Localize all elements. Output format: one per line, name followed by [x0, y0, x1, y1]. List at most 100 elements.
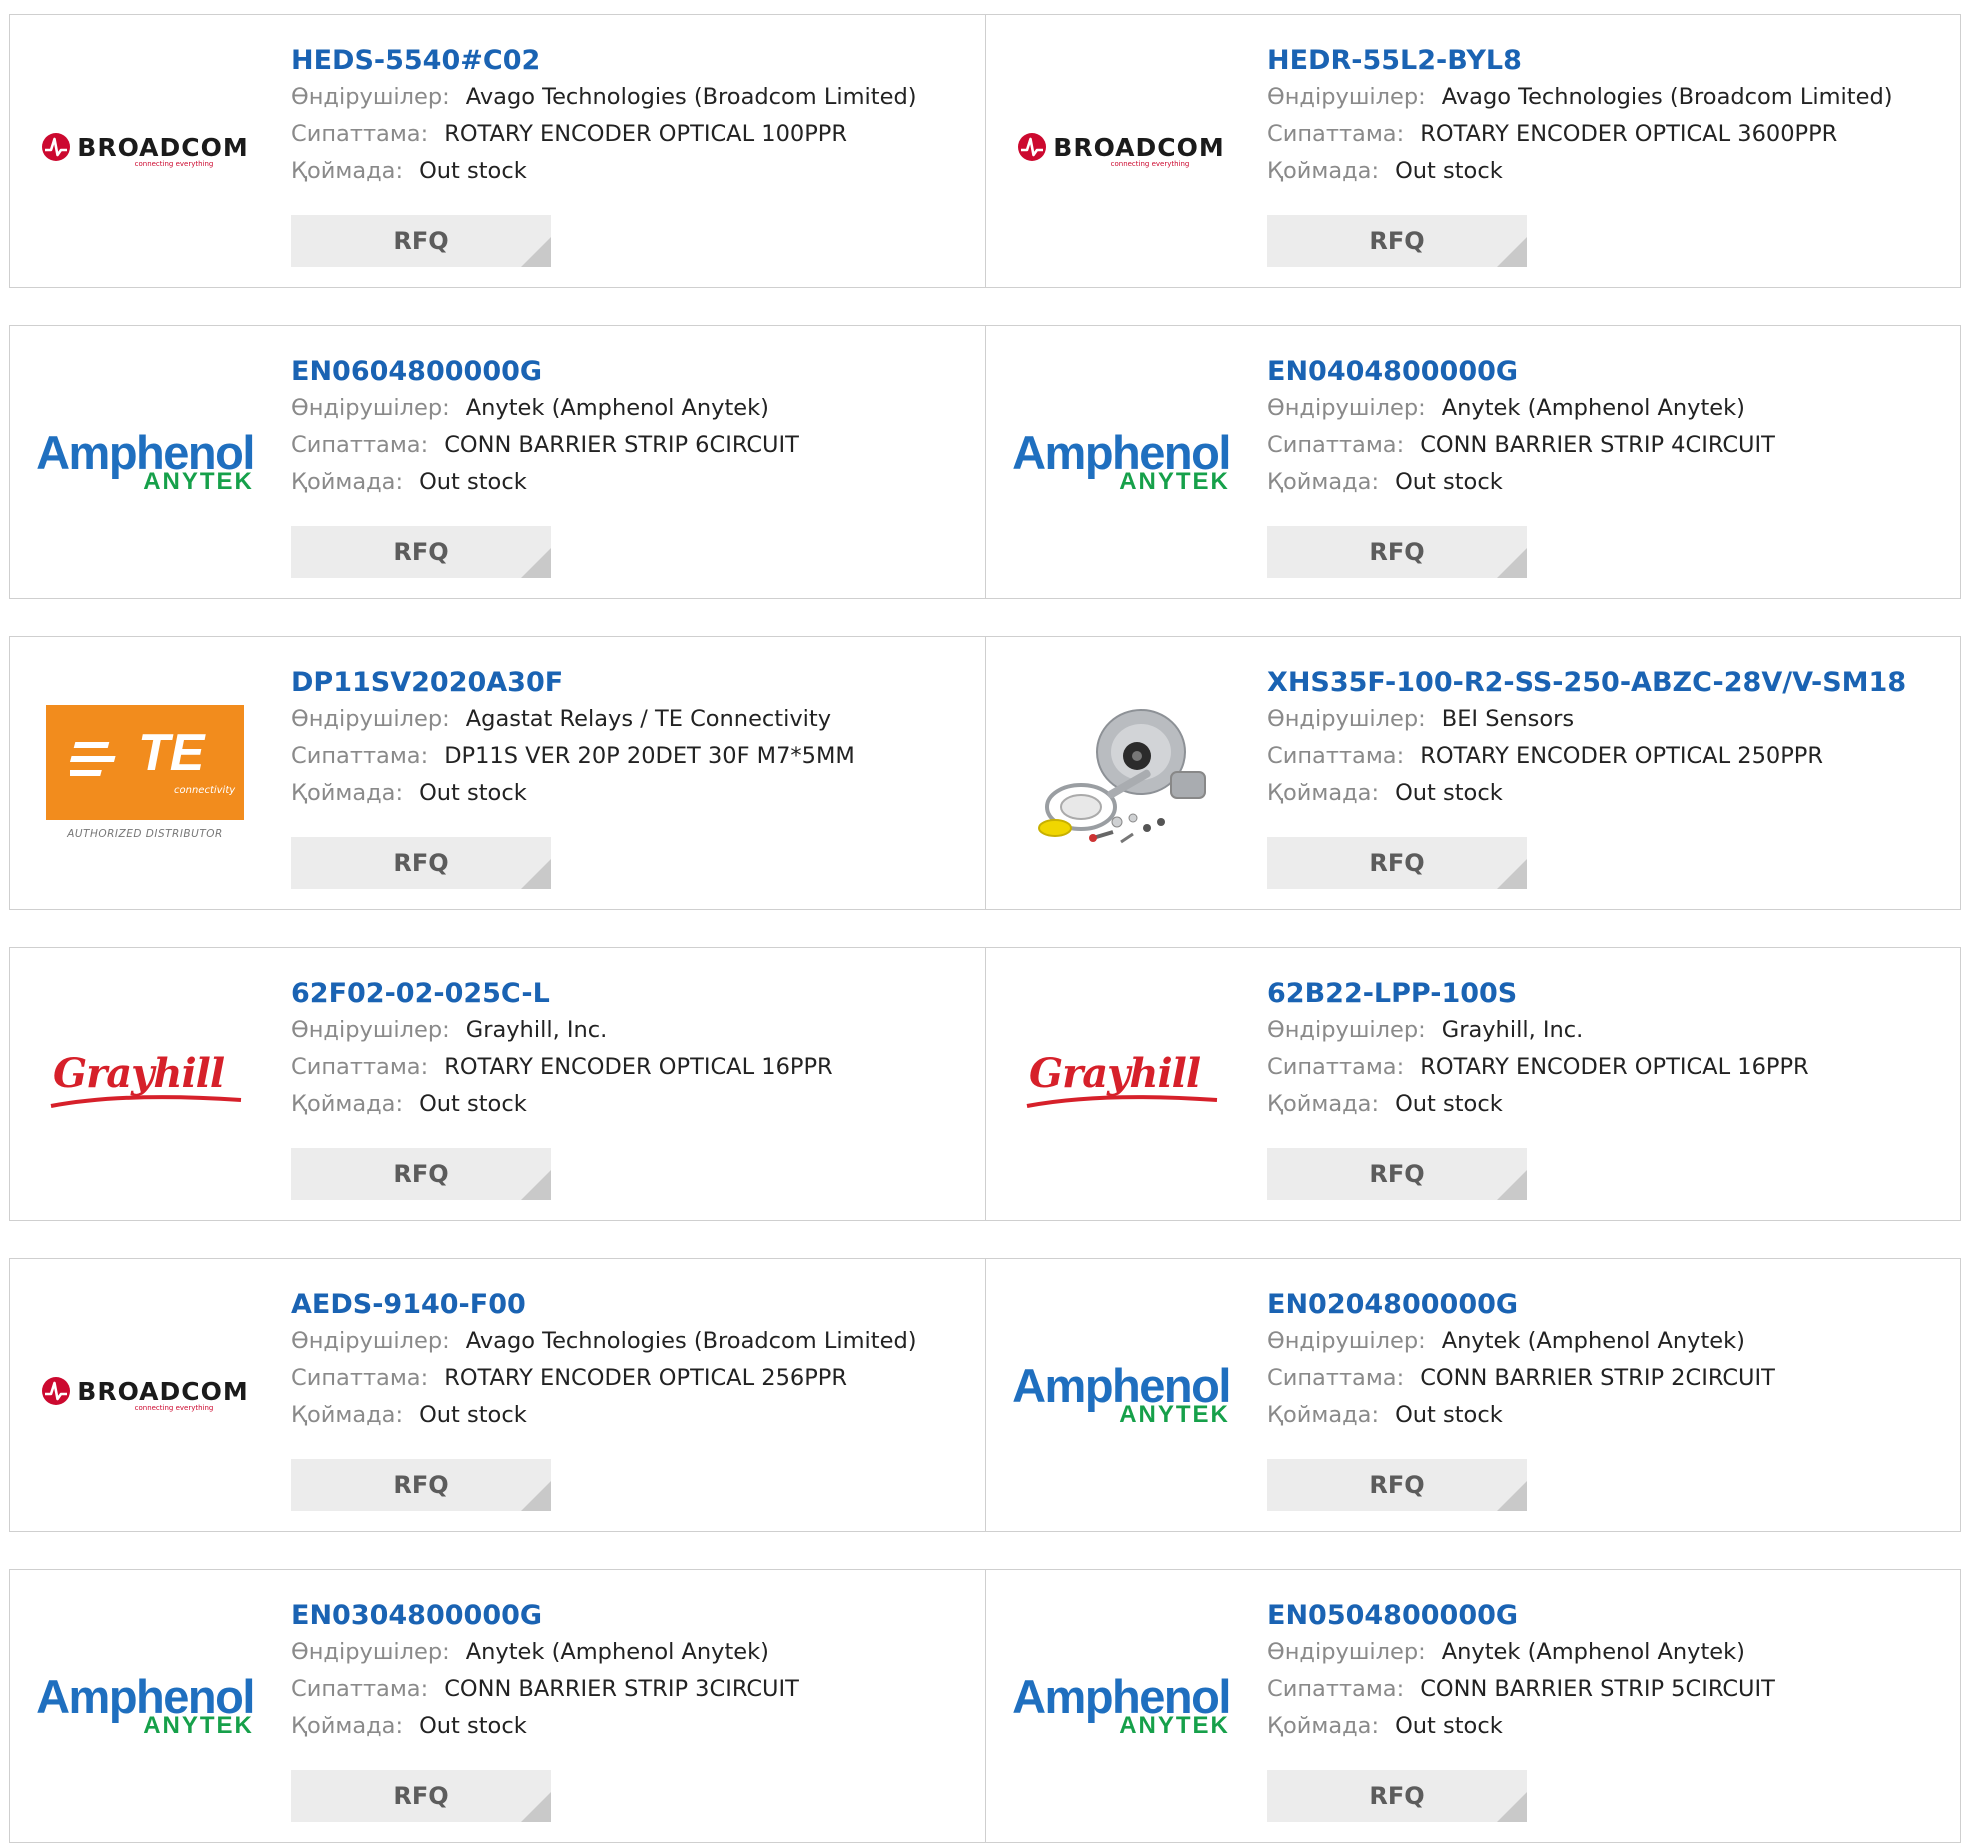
manufacturer-value: Avago Technologies (Broadcom Limited)	[465, 1328, 917, 1354]
product-card: XHS35F-100-R2-SS-250-ABZC-28V/V-SM18 Өнд…	[985, 637, 1960, 909]
description-line: Сипаттама: CONN BARRIER STRIP 2CIRCUIT	[1267, 1360, 1950, 1397]
rfq-button[interactable]: RFQ	[291, 1148, 551, 1200]
manufacturer-line: Өндірушілер: Avago Technologies (Broadcom…	[291, 79, 975, 116]
broadcom-tagline: connecting everything	[134, 1404, 214, 1412]
manufacturer-value: Avago Technologies (Broadcom Limited)	[1441, 84, 1893, 110]
grayhill-wordmark: Grayhill	[53, 1050, 225, 1097]
part-number-link[interactable]: AEDS-9140-F00	[291, 1287, 975, 1323]
manufacturer-logo: BROADCOM connecting everything	[40, 1299, 250, 1489]
description-label: Сипаттама:	[291, 121, 429, 147]
product-card: TE connectivity AUTHORIZED DISTRIBUTOR D…	[10, 637, 985, 909]
amphenol-anytek-logo: Amphenol ANYTEK	[1012, 429, 1231, 494]
part-number-link[interactable]: EN0204800000G	[1267, 1287, 1950, 1323]
part-number-link[interactable]: DP11SV2020A30F	[291, 665, 975, 701]
description-label: Сипаттама:	[291, 1054, 429, 1080]
te-caption: AUTHORIZED DISTRIBUTOR	[67, 827, 223, 840]
part-number-link[interactable]: HEDR-55L2-BYL8	[1267, 43, 1950, 79]
te-logo-box: TE connectivity	[46, 704, 244, 820]
manufacturer-label: Өндірушілер:	[291, 84, 450, 110]
manufacturer-line: Өндірушілер: Avago Technologies (Broadcom…	[1267, 79, 1950, 116]
rfq-button[interactable]: RFQ	[1267, 1459, 1527, 1511]
product-card: BROADCOM connecting everything HEDR-55L2…	[985, 15, 1960, 287]
rfq-button[interactable]: RFQ	[1267, 1770, 1527, 1822]
description-label: Сипаттама:	[291, 432, 429, 458]
part-number-link[interactable]: EN0304800000G	[291, 1598, 975, 1634]
manufacturer-line: Өндірушілер: Grayhill, Inc.	[291, 1012, 975, 1049]
manufacturer-logo: Amphenol ANYTEK	[36, 1610, 255, 1800]
amphenol-anytek-logo: Amphenol ANYTEK	[36, 1673, 255, 1738]
stock-label: Қоймада:	[291, 158, 404, 184]
description-line: Сипаттама: CONN BARRIER STRIP 3CIRCUIT	[291, 1671, 975, 1708]
product-row: Amphenol ANYTEK EN0604800000G Өндірушіле…	[9, 325, 1961, 599]
broadcom-pulse-icon	[42, 1377, 71, 1405]
product-card: Amphenol ANYTEK EN0304800000G Өндірушіле…	[10, 1570, 985, 1842]
rfq-button[interactable]: RFQ	[1267, 526, 1527, 578]
part-number-link[interactable]: XHS35F-100-R2-SS-250-ABZC-28V/V-SM18	[1267, 665, 1950, 701]
stock-value: Out stock	[419, 469, 527, 495]
manufacturer-label: Өндірушілер:	[1267, 706, 1426, 732]
rfq-label: RFQ	[1369, 1160, 1425, 1188]
part-number-link[interactable]: HEDS-5540#C02	[291, 43, 975, 79]
stock-line: Қоймада: Out stock	[1267, 1708, 1950, 1745]
rfq-label: RFQ	[393, 1471, 449, 1499]
manufacturer-logo: Amphenol ANYTEK	[1012, 1610, 1231, 1800]
rfq-button[interactable]: RFQ	[1267, 837, 1527, 889]
stock-value: Out stock	[419, 1402, 527, 1428]
encoder-product-icon	[1021, 682, 1221, 862]
rfq-button[interactable]: RFQ	[291, 837, 551, 889]
description-label: Сипаттама:	[291, 1365, 429, 1391]
broadcom-wordmark: BROADCOM	[77, 1376, 249, 1406]
manufacturer-line: Өндірушілер: Anytek (Amphenol Anytek)	[291, 390, 975, 427]
rfq-button[interactable]: RFQ	[291, 526, 551, 578]
manufacturer-label: Өндірушілер:	[291, 1639, 450, 1665]
manufacturer-line: Өндірушілер: Anytek (Amphenol Anytek)	[1267, 1634, 1950, 1671]
manufacturer-line: Өндірушілер: Agastat Relays / TE Connecti…	[291, 701, 975, 738]
stock-line: Қоймада: Out stock	[1267, 1086, 1950, 1123]
part-number-link[interactable]: EN0404800000G	[1267, 354, 1950, 390]
description-value: CONN BARRIER STRIP 2CIRCUIT	[1420, 1365, 1775, 1391]
rfq-button[interactable]: RFQ	[1267, 1148, 1527, 1200]
part-number-link[interactable]: EN0504800000G	[1267, 1598, 1950, 1634]
anytek-wordmark: ANYTEK	[1119, 1711, 1230, 1739]
manufacturer-label: Өндірушілер:	[291, 1017, 450, 1043]
part-number-link[interactable]: EN0604800000G	[291, 354, 975, 390]
manufacturer-logo: BROADCOM connecting everything	[40, 55, 250, 245]
manufacturer-logo: TE connectivity AUTHORIZED DISTRIBUTOR	[40, 677, 250, 867]
corner-fold-icon	[1497, 1481, 1527, 1511]
manufacturer-value: Anytek (Amphenol Anytek)	[1441, 1639, 1745, 1665]
description-value: CONN BARRIER STRIP 4CIRCUIT	[1420, 432, 1775, 458]
manufacturer-line: Өндірушілер: Anytek (Amphenol Anytek)	[291, 1634, 975, 1671]
stock-value: Out stock	[419, 1713, 527, 1739]
manufacturer-value: Grayhill, Inc.	[1441, 1017, 1584, 1043]
corner-fold-icon	[521, 1481, 551, 1511]
stock-label: Қоймада:	[1267, 1091, 1380, 1117]
rfq-label: RFQ	[1369, 227, 1425, 255]
stock-label: Қоймада:	[291, 780, 404, 806]
rfq-button[interactable]: RFQ	[291, 1459, 551, 1511]
description-line: Сипаттама: ROTARY ENCODER OPTICAL 250PPR	[1267, 738, 1950, 775]
product-row: Amphenol ANYTEK EN0304800000G Өндірушіле…	[9, 1569, 1961, 1843]
product-row: BROADCOM connecting everything AEDS-9140…	[9, 1258, 1961, 1532]
rfq-button[interactable]: RFQ	[1267, 215, 1527, 267]
manufacturer-logo: Grayhill	[40, 988, 250, 1178]
part-number-link[interactable]: 62B22-LPP-100S	[1267, 976, 1950, 1012]
manufacturer-value: Grayhill, Inc.	[465, 1017, 608, 1043]
stock-label: Қоймада:	[291, 469, 404, 495]
description-value: ROTARY ENCODER OPTICAL 256PPR	[444, 1365, 847, 1391]
description-value: DP11S VER 20P 20DET 30F M7*5MM	[444, 743, 855, 769]
broadcom-tagline: connecting everything	[1110, 160, 1190, 168]
rfq-button[interactable]: RFQ	[291, 1770, 551, 1822]
part-number-link[interactable]: 62F02-02-025C-L	[291, 976, 975, 1012]
manufacturer-logo: Amphenol ANYTEK	[1012, 366, 1231, 556]
rfq-button[interactable]: RFQ	[291, 215, 551, 267]
corner-fold-icon	[521, 859, 551, 889]
rfq-label: RFQ	[393, 849, 449, 877]
stock-line: Қоймада: Out stock	[291, 153, 975, 190]
corner-fold-icon	[521, 1792, 551, 1822]
stock-label: Қоймада:	[1267, 1402, 1380, 1428]
amphenol-anytek-logo: Amphenol ANYTEK	[1012, 1362, 1231, 1427]
stock-line: Қоймада: Out stock	[1267, 153, 1950, 190]
manufacturer-value: Avago Technologies (Broadcom Limited)	[465, 84, 917, 110]
description-value: ROTARY ENCODER OPTICAL 250PPR	[1420, 743, 1823, 769]
stock-label: Қоймада:	[291, 1402, 404, 1428]
